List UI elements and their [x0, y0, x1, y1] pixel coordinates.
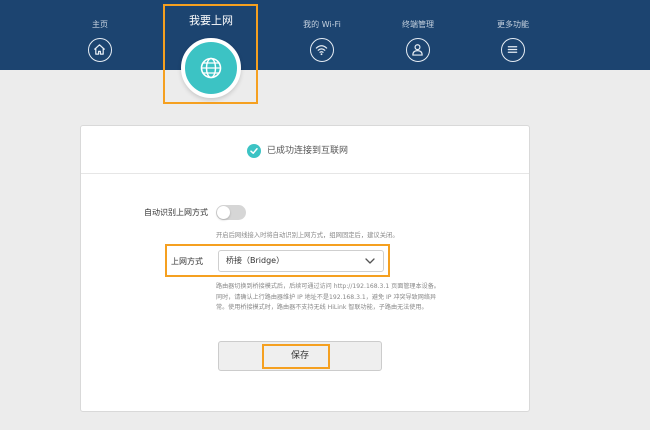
nav-item-home[interactable]: 主页 — [60, 0, 140, 70]
menu-icon — [501, 38, 525, 62]
wifi-icon — [310, 38, 334, 62]
auto-detect-label: 自动识别上网方式 — [144, 208, 208, 217]
highlight-internet-tab — [163, 4, 258, 104]
highlight-connection-mode — [165, 244, 390, 277]
auto-detect-hint: 开启后网线接入时将自动识别上网方式，组网固定后，建议关闭。 — [216, 232, 399, 239]
user-icon — [406, 38, 430, 62]
bridge-note-line: 常。使用桥接模式时，路由器不支持无线 HiLink 智联功能，子路由无法使用。 — [216, 304, 428, 311]
toggle-knob — [217, 206, 230, 219]
home-icon — [88, 38, 112, 62]
bridge-mode-note: 路由器切换到桥接模式后，后续可通过访问 http://192.168.3.1 页… — [216, 282, 516, 314]
nav-item-more-label: 更多功能 — [497, 20, 529, 29]
connection-status-text: 已成功连接到互联网 — [267, 146, 349, 156]
bridge-note-line: 同时，请确认上行路由器维护 IP 地址不是192.168.3.1，避免 IP 冲… — [216, 293, 437, 301]
check-circle-icon — [247, 144, 261, 158]
bridge-note-line: 路由器切换到桥接模式后，后续可通过访问 http://192.168.3.1 页… — [216, 283, 440, 290]
divider — [81, 173, 529, 174]
nav-item-wifi-label: 我的 Wi-Fi — [303, 20, 341, 29]
highlight-save-button — [262, 344, 330, 369]
nav-item-home-label: 主页 — [92, 20, 108, 29]
top-nav-bar: 主页 我的 Wi-Fi 终端管理 更多功能 — [0, 0, 650, 70]
nav-item-more[interactable]: 更多功能 — [473, 0, 553, 70]
auto-detect-toggle[interactable] — [216, 205, 246, 220]
nav-item-wifi[interactable]: 我的 Wi-Fi — [282, 0, 362, 70]
nav-item-devices-label: 终端管理 — [402, 20, 434, 29]
nav-item-devices[interactable]: 终端管理 — [378, 0, 458, 70]
